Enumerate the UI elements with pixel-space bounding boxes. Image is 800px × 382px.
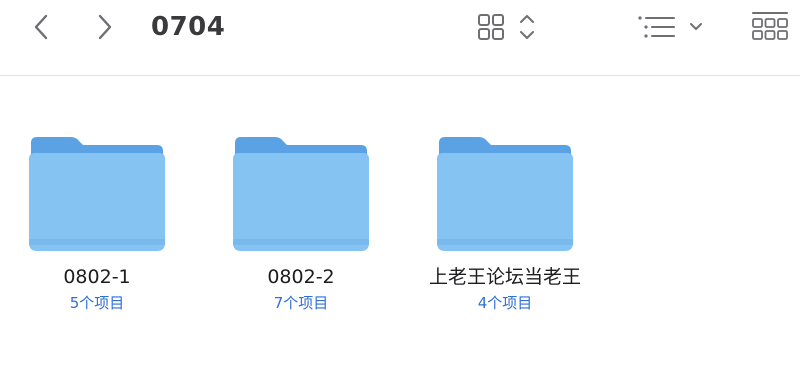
folder-name: 0802-1 bbox=[63, 266, 131, 288]
list-group-icon bbox=[638, 16, 702, 38]
file-area: 0802-1 5个项目 0802-2 7个项目 上老王论坛当老王 4个项目 bbox=[0, 76, 800, 382]
folder-name: 0802-2 bbox=[267, 266, 335, 288]
forward-button[interactable] bbox=[90, 12, 118, 42]
group-button[interactable] bbox=[636, 10, 708, 44]
folder-item-count: 4个项目 bbox=[477, 294, 533, 312]
folder-icon bbox=[233, 137, 369, 251]
back-button[interactable] bbox=[28, 12, 56, 42]
view-mode-button[interactable] bbox=[476, 10, 540, 44]
folder-icon bbox=[29, 137, 165, 251]
folder-item-count: 5个项目 bbox=[69, 294, 125, 312]
folder-item[interactable]: 0802-2 7个项目 bbox=[206, 133, 396, 343]
icon-grid-icon bbox=[478, 14, 534, 40]
folder-name: 上老王论坛当老王 bbox=[428, 266, 581, 288]
folder-icon bbox=[437, 137, 573, 251]
folder-item[interactable]: 0802-1 5个项目 bbox=[2, 133, 192, 343]
gallery-button[interactable] bbox=[750, 10, 790, 44]
chevron-right-icon bbox=[98, 14, 112, 40]
folder-item-count: 7个项目 bbox=[273, 294, 329, 312]
toolbar: 0704 bbox=[0, 0, 800, 76]
gallery-icon bbox=[752, 12, 788, 40]
window-title: 0704 bbox=[151, 12, 226, 42]
folder-item[interactable]: 上老王论坛当老王 4个项目 bbox=[410, 133, 600, 343]
chevron-left-icon bbox=[34, 14, 48, 40]
